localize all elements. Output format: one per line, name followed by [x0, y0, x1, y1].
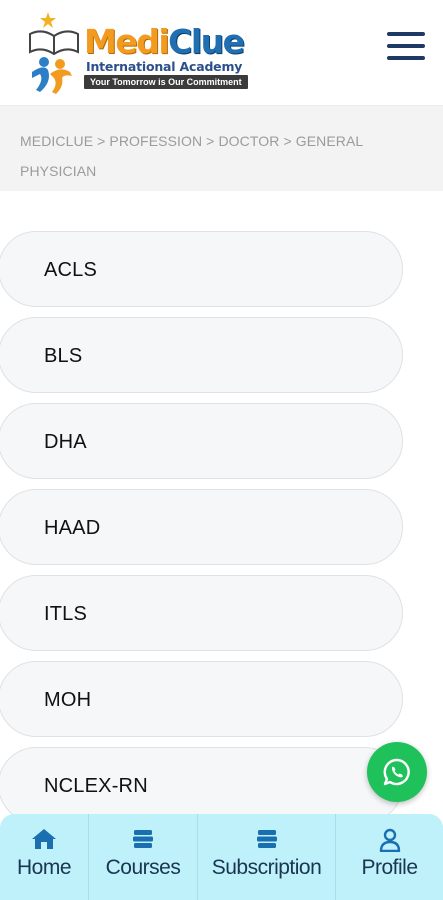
course-label: BLS — [44, 345, 83, 367]
home-icon — [32, 829, 56, 849]
courses-icon — [133, 830, 153, 848]
breadcrumb: MEDICLUE > PROFESSION > DOCTOR > GENERAL… — [20, 133, 363, 179]
course-item-itls[interactable]: ITLS — [0, 575, 403, 651]
course-item-moh[interactable]: MOH — [0, 661, 403, 737]
bottom-nav: Home Courses Subscription Profile — [0, 814, 443, 900]
whatsapp-icon — [383, 758, 410, 786]
nav-label: Profile — [361, 856, 418, 879]
user-icon — [379, 828, 400, 852]
nav-item-courses[interactable]: Courses — [89, 814, 198, 900]
brand-title-medi: Medi — [84, 22, 170, 61]
course-item-bls[interactable]: BLS — [0, 317, 403, 393]
course-item-nclex-rn[interactable]: NCLEX-RN — [0, 747, 403, 823]
nav-label: Home — [16, 856, 72, 879]
logo-emblem-icon — [29, 12, 79, 94]
whatsapp-button[interactable] — [367, 742, 427, 802]
nav-item-subscription[interactable]: Subscription — [198, 814, 336, 900]
brand-title-clue: Clue — [168, 22, 245, 61]
brand-tagline: Your Tomorrow is Our Commitment — [84, 75, 248, 89]
nav-label: Courses — [105, 856, 181, 879]
course-label: ITLS — [44, 603, 88, 625]
course-label: ACLS — [44, 259, 98, 281]
hamburger-menu-icon[interactable] — [380, 24, 428, 68]
subscription-icon — [256, 830, 277, 848]
course-item-haad[interactable]: HAAD — [0, 489, 403, 565]
nav-item-profile[interactable]: Profile — [336, 814, 443, 900]
course-label: MOH — [44, 689, 92, 711]
course-label: DHA — [44, 431, 87, 453]
course-item-dha[interactable]: DHA — [0, 403, 403, 479]
brand-subtitle: International Academy — [86, 59, 243, 74]
mediclue-logo[interactable]: MediClue International Academy Your Tomo… — [22, 10, 262, 96]
app-header: MediClue International Academy Your Tomo… — [0, 0, 443, 106]
course-label: HAAD — [44, 517, 101, 539]
course-item-acls[interactable]: ACLS — [0, 231, 403, 307]
nav-item-home[interactable]: Home — [0, 814, 89, 900]
course-label: NCLEX-RN — [44, 775, 148, 797]
page: MediClue International Academy Your Tomo… — [0, 0, 443, 900]
breadcrumb-bar: MEDICLUE > PROFESSION > DOCTOR > GENERAL… — [0, 106, 443, 191]
brand-title: MediClue — [84, 22, 245, 61]
nav-label: Subscription — [211, 856, 322, 879]
